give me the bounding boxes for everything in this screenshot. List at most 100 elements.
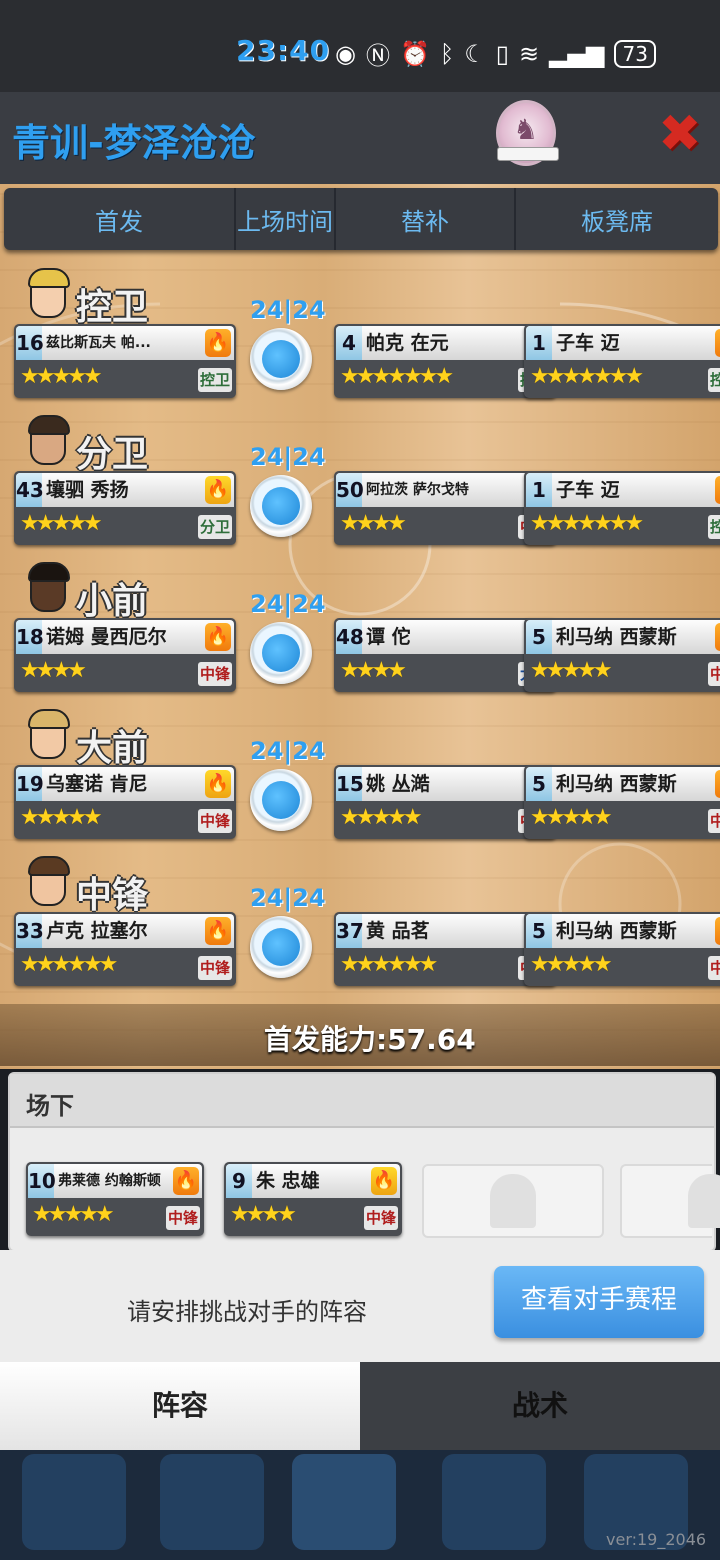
status-bar: 23:40 ◉ Ⓝ ⏰ ᛒ ☾ ▯ ≋ ▂▄▆ 73 — [0, 0, 720, 92]
playing-time: 24|24 — [250, 737, 326, 765]
player-card-sub1[interactable]: 50 阿拉茨 萨尔戈特 🔥 ★★★★ 中锋 — [334, 471, 556, 545]
flame-icon: 🔥 — [371, 1167, 397, 1195]
tab-playing-time[interactable]: 上场时间 — [236, 188, 336, 250]
player-position: 中锋 — [707, 956, 720, 980]
player-card-sub2[interactable]: 5 利马纳 西蒙斯 🔥 ★★★★★ 中锋 — [524, 912, 720, 986]
bluetooth-icon: ᛒ — [439, 39, 455, 68]
player-stars: ★★★★★ — [530, 952, 613, 977]
player-card-sub1[interactable]: 48 谭 佗 🔥 ★★★★ 大前 — [334, 618, 556, 692]
close-icon[interactable]: ✖ — [658, 108, 702, 160]
bottom-tab-bar: 阵容 战术 — [0, 1362, 720, 1450]
player-name: 子车 迈 — [556, 332, 620, 354]
player-card-starter[interactable]: 19 乌塞诺 肯尼 🔥 ★★★★★ 中锋 — [14, 765, 236, 839]
flame-icon: 🔥 — [205, 476, 231, 504]
player-number: 18 — [16, 620, 44, 654]
title-bar: 青训-梦泽沧沧 — [0, 92, 720, 187]
player-card-starter[interactable]: 16 兹比斯瓦夫 帕... 🔥 ★★★★★ 控卫 — [14, 324, 236, 398]
tab-tactics[interactable]: 战术 — [360, 1362, 720, 1450]
player-position: 中锋 — [197, 662, 232, 686]
player-number: 1 — [526, 473, 552, 507]
player-card-sub1[interactable]: 4 帕克 在元 🔥 ★★★★★★★ 控卫 — [334, 324, 556, 398]
player-stars: ★★★★★★★ — [340, 364, 454, 389]
player-number: 37 — [336, 914, 364, 948]
playing-time-button[interactable] — [250, 475, 312, 537]
player-position: 中锋 — [165, 1206, 200, 1230]
player-name: 壤驷 秀扬 — [46, 479, 129, 501]
playing-time: 24|24 — [250, 884, 326, 912]
player-card-sub2[interactable]: 5 利马纳 西蒙斯 🔥 ★★★★★ 中锋 — [524, 618, 720, 692]
player-avatar — [22, 264, 70, 324]
vibrate-icon: ▯ — [495, 39, 509, 68]
tab-substitutes[interactable]: 替补 — [336, 188, 516, 250]
starter-power-bar: 首发能力:57.64 — [0, 1004, 720, 1066]
position-label: 小前 — [76, 581, 149, 622]
player-name: 黄 品茗 — [366, 920, 430, 942]
status-icons: ◉ Ⓝ ⏰ ᛒ ☾ ▯ ≋ ▂▄▆ 73 — [335, 36, 656, 71]
player-stars: ★★★★★★★ — [530, 364, 644, 389]
player-card-sub1[interactable]: 37 黄 品茗 🔥 ★★★★★★ 中锋 — [334, 912, 556, 986]
player-stars: ★★★★★ — [530, 658, 613, 683]
position-label: 大前 — [76, 728, 149, 769]
player-name: 子车 迈 — [556, 479, 620, 501]
player-card-starter[interactable]: 43 壤驷 秀扬 🔥 ★★★★★ 分卫 — [14, 471, 236, 545]
player-card-starter[interactable]: 18 诺姆 曼西厄尔 🔥 ★★★★ 中锋 — [14, 618, 236, 692]
bench-player-card[interactable]: 9朱 忠雄 🔥 ★★★★ 中锋 — [224, 1162, 402, 1236]
player-number: 5 — [526, 914, 552, 948]
player-position: 中锋 — [197, 809, 232, 833]
player-number: 33 — [16, 914, 44, 948]
lineup-row-4: 中锋 24|24 33 卢克 拉塞尔 🔥 ★★★★★★ 中锋 37 黄 品茗 🔥… — [0, 846, 720, 986]
player-position: 控卫 — [707, 368, 720, 392]
nav-lineup-icon — [292, 1454, 396, 1550]
nav-chat-icon — [442, 1454, 546, 1550]
player-name: 卢克 拉塞尔 — [46, 920, 148, 942]
playing-time: 24|24 — [250, 443, 326, 471]
player-card-sub2[interactable]: 1 子车 迈 🔥 ★★★★★★★ 控卫 — [524, 471, 720, 545]
lineup-row-2: 小前 24|24 18 诺姆 曼西厄尔 🔥 ★★★★ 中锋 48 谭 佗 🔥 ★… — [0, 552, 720, 692]
player-number: 43 — [16, 473, 44, 507]
moon-icon: ☾ — [464, 39, 486, 68]
player-position: 控卫 — [707, 515, 720, 539]
player-stars: ★★★★★ — [20, 511, 103, 536]
player-card-sub1[interactable]: 15 姚 丛澔 🔥 ★★★★★ 中锋 — [334, 765, 556, 839]
status-time: 23:40 — [236, 34, 331, 67]
playing-time-button[interactable] — [250, 622, 312, 684]
tab-lineup[interactable]: 阵容 — [0, 1362, 360, 1450]
playing-time-button[interactable] — [250, 328, 312, 390]
player-name: 谭 佗 — [366, 626, 411, 648]
eye-icon: ◉ — [335, 39, 356, 68]
player-card-sub2[interactable]: 1 子车 迈 🔥 ★★★★★★★ 控卫 — [524, 324, 720, 398]
empty-bench-slot[interactable] — [620, 1164, 720, 1238]
playing-time-button[interactable] — [250, 769, 312, 831]
lineup-instruction: 请安排挑战对手的阵容 — [127, 1298, 367, 1326]
bench-panel: 场下 10 弗莱德 约翰斯顿 🔥 ★★★★★ 中锋 9朱 忠雄 🔥 ★★★★ 中锋 — [8, 1072, 720, 1252]
playing-time-button[interactable] — [250, 916, 312, 978]
tab-bench[interactable]: 板凳席 — [516, 188, 718, 250]
player-card-starter[interactable]: 33 卢克 拉塞尔 🔥 ★★★★★★ 中锋 — [14, 912, 236, 986]
tab-starters[interactable]: 首发 — [4, 188, 236, 250]
player-card-sub2[interactable]: 5 利马纳 西蒙斯 🔥 ★★★★★ 中锋 — [524, 765, 720, 839]
player-name: 帕克 在元 — [366, 332, 449, 354]
empty-bench-slot[interactable] — [422, 1164, 604, 1238]
player-position: 中锋 — [707, 809, 720, 833]
position-label: 分卫 — [76, 434, 149, 475]
player-stars: ★★★★ — [340, 511, 407, 536]
view-opponent-schedule-button[interactable]: 查看对手赛程 — [494, 1266, 704, 1338]
player-silhouette-icon — [490, 1174, 536, 1228]
player-name: 阿拉茨 萨尔戈特 — [366, 482, 469, 498]
player-number: 9 — [226, 1164, 252, 1198]
player-position: 分卫 — [197, 515, 232, 539]
player-name: 兹比斯瓦夫 帕... — [46, 335, 151, 351]
position-label: 控卫 — [76, 287, 149, 328]
lineup-row-3: 大前 24|24 19 乌塞诺 肯尼 🔥 ★★★★★ 中锋 15 姚 丛澔 🔥 … — [0, 699, 720, 839]
bench-player-card[interactable]: 10 弗莱德 约翰斯顿 🔥 ★★★★★ 中锋 — [26, 1162, 204, 1236]
player-number: 19 — [16, 767, 44, 801]
player-number: 4 — [336, 326, 362, 360]
player-number: 10 — [28, 1164, 56, 1198]
position-label: 中锋 — [76, 875, 149, 916]
player-stars: ★★★★★ — [530, 805, 613, 830]
flame-icon: 🔥 — [715, 623, 720, 651]
player-avatar — [22, 705, 70, 765]
flame-icon: 🔥 — [715, 329, 720, 357]
flame-icon: 🔥 — [715, 770, 720, 798]
player-stars: ★★★★★ — [20, 805, 103, 830]
